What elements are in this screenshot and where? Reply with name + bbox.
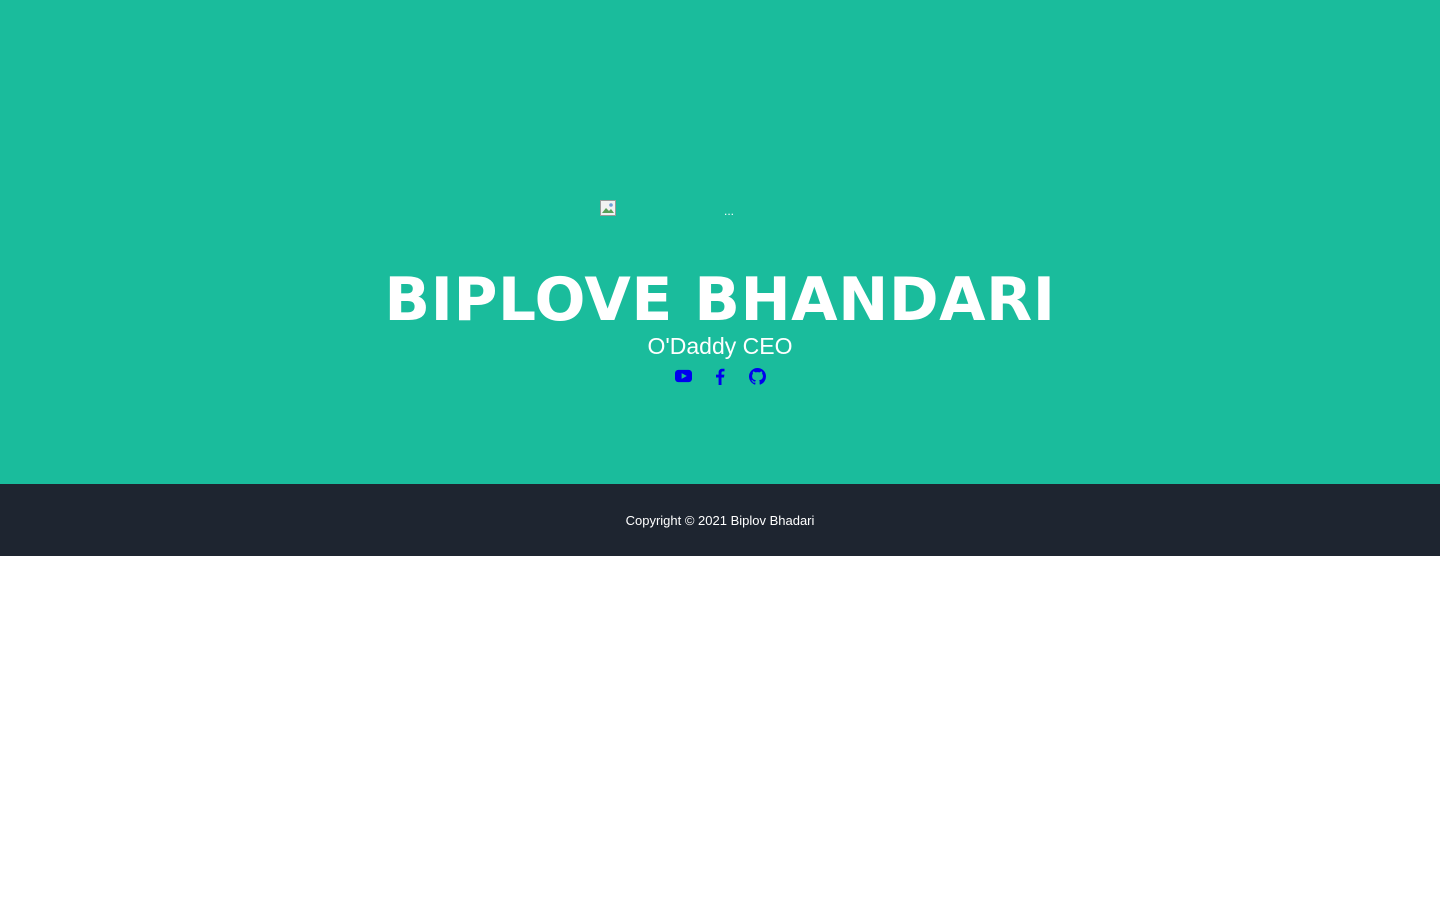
github-icon bbox=[748, 367, 766, 385]
footer: Copyright © 2021 Biplov Bhadari bbox=[0, 484, 1440, 556]
youtube-icon bbox=[674, 369, 692, 383]
github-link[interactable] bbox=[748, 366, 766, 386]
avatar-alt-text: ... bbox=[724, 204, 735, 218]
broken-image-icon bbox=[600, 200, 616, 216]
social-links bbox=[0, 366, 1440, 386]
page-title: BIPLOVE BHANDARI bbox=[384, 265, 1056, 335]
copyright-text: Copyright © 2021 Biplov Bhadari bbox=[625, 512, 815, 528]
youtube-link[interactable] bbox=[674, 366, 692, 386]
facebook-icon bbox=[716, 368, 725, 385]
masthead: ... BIPLOVE BHANDARI O'Daddy CEO bbox=[0, 0, 1440, 484]
tagline: O'Daddy CEO bbox=[647, 333, 793, 359]
avatar: ... bbox=[600, 200, 840, 240]
facebook-link[interactable] bbox=[712, 366, 729, 386]
